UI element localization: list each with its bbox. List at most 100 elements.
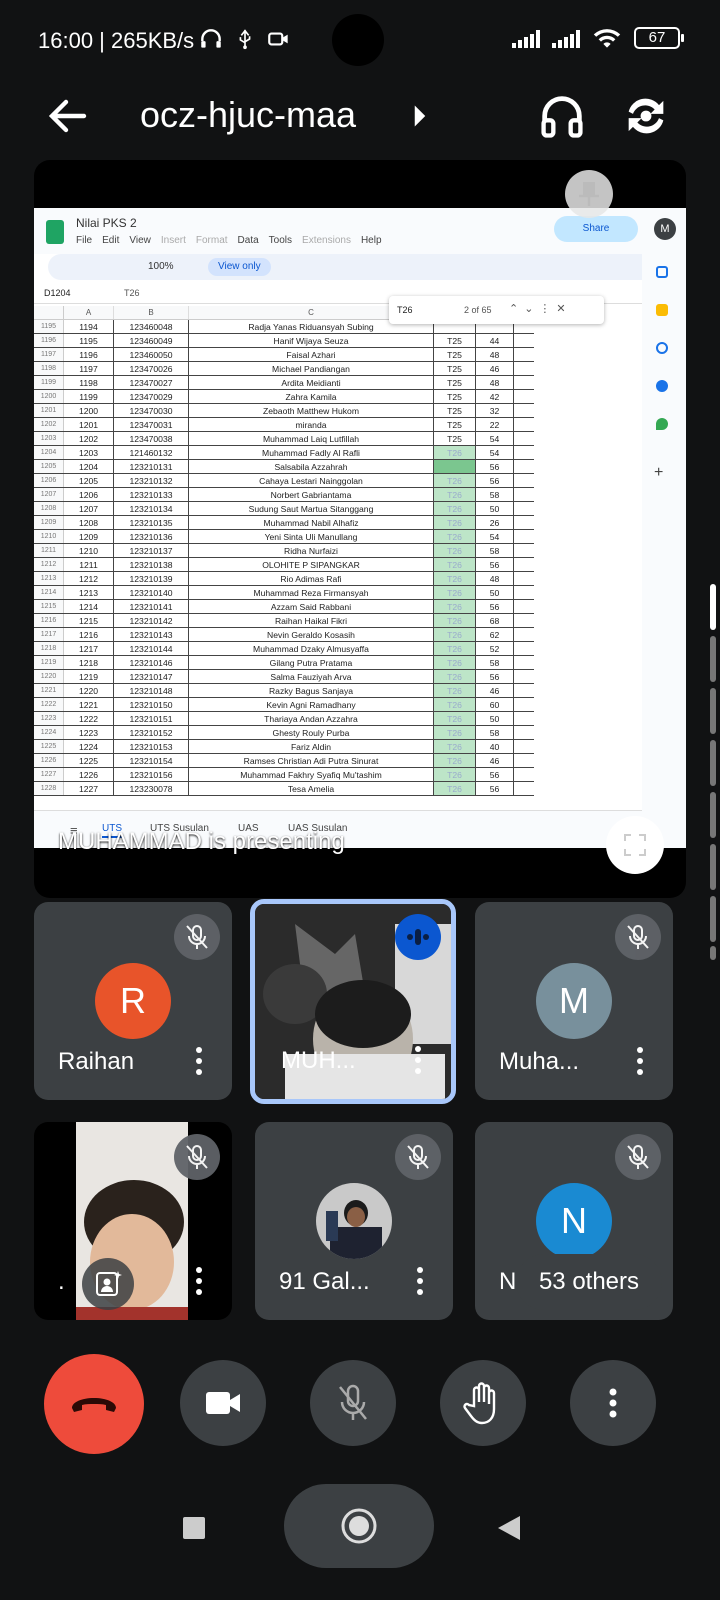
table-cell: T26 [434, 656, 476, 669]
sheet-toolbar: 100% View only [48, 254, 654, 280]
table-row: 1206 1205 123210132 Cahaya Lestari Nainggol… [34, 474, 534, 488]
pin-button[interactable] [565, 170, 613, 218]
table-row: 1214 1213 123210140 Muhammad Reza Firmansya… [34, 586, 534, 600]
headphones-icon[interactable] [536, 90, 588, 142]
presenting-label: MUHAMMAD is presenting [58, 828, 345, 855]
table-cell: 1197 [34, 348, 64, 361]
table-cell: 1212 [34, 558, 64, 571]
table-cell: 123470030 [114, 404, 189, 417]
table-cell: 1199 [34, 376, 64, 389]
participant-tile-active-speaker[interactable]: MUH... [250, 899, 456, 1104]
table-cell: 123210139 [114, 572, 189, 585]
system-nav-bar [0, 1480, 720, 1600]
recents-icon[interactable] [182, 1516, 206, 1540]
table-cell: 123210144 [114, 642, 189, 655]
end-call-button[interactable] [44, 1354, 144, 1454]
table-row: 1215 1214 123210141 Azzam Said Rabbani T26 56 [34, 600, 534, 614]
table-cell: Ridha Nurfaizi [189, 544, 434, 557]
table-row: 1212 1211 123210138 OLOHITE P SIPANGKAR T26 5… [34, 558, 534, 572]
chevron-right-icon[interactable] [410, 102, 430, 130]
table-cell: T26 [434, 754, 476, 767]
table-cell: miranda [189, 418, 434, 431]
sheet-user-avatar: M [654, 218, 676, 240]
table-cell: 50 [476, 586, 514, 599]
table-row: 1204 1203 121460132 Muhammad Fadly Al Rafli… [34, 446, 534, 460]
table-cell: 123210134 [114, 502, 189, 515]
table-cell: 58 [476, 726, 514, 739]
back-arrow-icon[interactable] [44, 92, 92, 140]
back-icon[interactable] [496, 1514, 522, 1542]
table-cell: 123210133 [114, 488, 189, 501]
participant-tile[interactable]: M Muha... [475, 902, 673, 1100]
mic-off-icon [174, 914, 220, 960]
table-row: 1209 1208 123210135 Muhammad Nabil Alhafiz T… [34, 516, 534, 530]
table-cell: 1207 [64, 502, 114, 515]
raise-hand-button[interactable] [440, 1360, 526, 1446]
maps-icon [656, 418, 668, 430]
table-row: 1203 1202 123470038 Muhammad Laiq Lutfillah… [34, 432, 534, 446]
table-row: 1213 1212 123210139 Rio Adimas Rafi T26 48 [34, 572, 534, 586]
table-cell: 1221 [64, 698, 114, 711]
table-cell: 1227 [34, 768, 64, 781]
others-count-pill[interactable]: 53 others [516, 1254, 662, 1310]
table-cell: 1223 [64, 726, 114, 739]
table-cell: Faisal Azhari [189, 348, 434, 361]
table-cell: T26 [434, 670, 476, 683]
table-cell: 32 [476, 404, 514, 417]
table-cell: 58 [476, 656, 514, 669]
table-row: 1210 1209 123210136 Yeni Sinta Uli Manullan… [34, 530, 534, 544]
camera-toggle-button[interactable] [180, 1360, 266, 1446]
wifi-icon [593, 29, 621, 48]
participant-tile[interactable]: 91 Gal... [255, 1122, 453, 1320]
table-cell: T25 [434, 390, 476, 403]
mic-off-icon [395, 1134, 441, 1180]
fullscreen-button[interactable] [606, 816, 664, 874]
table-cell: 1201 [34, 404, 64, 417]
effects-button[interactable] [82, 1258, 134, 1310]
menu-tools: Tools [268, 235, 293, 246]
table-cell: 1217 [34, 628, 64, 641]
table-cell: 123470029 [114, 390, 189, 403]
more-vert-icon[interactable] [415, 1266, 425, 1296]
more-vert-icon[interactable] [194, 1046, 204, 1076]
sheet-grid: A B C 1195 1194 123460048 Radja Yanas Ridua… [34, 306, 534, 796]
table-cell: 1206 [34, 474, 64, 487]
table-cell [434, 460, 476, 473]
home-button[interactable] [284, 1484, 434, 1568]
table-cell: Tesa Amelia [189, 782, 434, 795]
table-cell: 1216 [64, 628, 114, 641]
more-vert-icon[interactable] [194, 1266, 204, 1296]
participant-name: Raihan [58, 1048, 135, 1075]
table-cell: 62 [476, 628, 514, 641]
table-cell: 1220 [34, 670, 64, 683]
table-cell: 1200 [64, 404, 114, 417]
meeting-code[interactable]: ocz-hjuc-maa [140, 94, 356, 136]
more-vert-icon[interactable] [413, 1045, 423, 1075]
mic-toggle-button[interactable] [310, 1360, 396, 1446]
more-vert-icon[interactable] [635, 1046, 645, 1076]
table-cell: OLOHITE P SIPANGKAR [189, 558, 434, 571]
table-cell: 1197 [64, 362, 114, 375]
table-cell: 1217 [64, 642, 114, 655]
participant-scrollbar[interactable] [710, 584, 716, 960]
table-cell: 1226 [64, 768, 114, 781]
table-cell: 1211 [34, 544, 64, 557]
more-vert-icon [609, 1388, 617, 1418]
participant-tile[interactable]: . [34, 1122, 232, 1320]
table-cell: Azzam Said Rabbani [189, 600, 434, 613]
table-cell: 48 [476, 572, 514, 585]
more-options-button[interactable] [570, 1360, 656, 1446]
table-cell: Cahaya Lestari Nainggolan [189, 474, 434, 487]
participant-tile[interactable]: R Raihan [34, 902, 232, 1100]
table-row: 1205 1204 123210131 Salsabila Azzahrah 56 [34, 460, 534, 474]
table-cell: T25 [434, 418, 476, 431]
table-row: 1202 1201 123470031 miranda T25 22 [34, 418, 534, 432]
table-cell: 1218 [64, 656, 114, 669]
table-cell: 1194 [64, 320, 114, 333]
status-time: 16:00 | 265KB/s [38, 28, 195, 53]
table-cell: 56 [476, 474, 514, 487]
switch-camera-icon[interactable] [620, 90, 672, 142]
table-cell: 1224 [34, 726, 64, 739]
table-cell: 54 [476, 530, 514, 543]
table-cell: T26 [434, 628, 476, 641]
